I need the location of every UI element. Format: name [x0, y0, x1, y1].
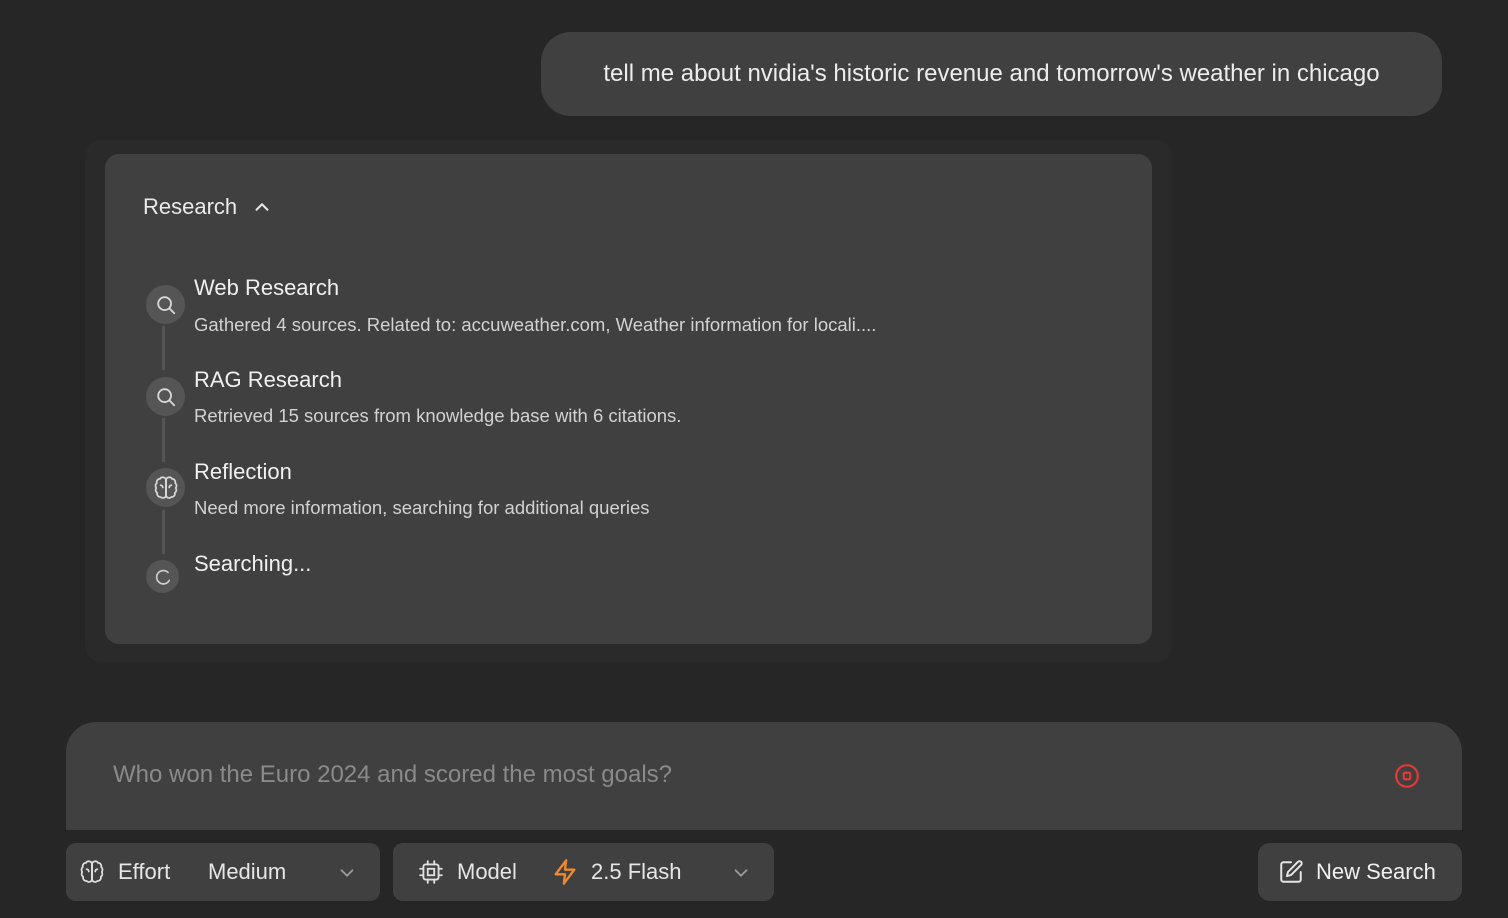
edit-icon	[1280, 860, 1303, 883]
cpu-icon	[419, 860, 443, 884]
chevron-up-icon	[255, 203, 269, 211]
step-connector	[162, 326, 165, 370]
chevron-down-icon	[734, 869, 748, 877]
effort-select[interactable]: Effort Medium	[66, 843, 380, 901]
step-description: Need more information, searching for add…	[194, 497, 650, 518]
search-icon	[146, 285, 185, 324]
model-value: 2.5 Flash	[591, 859, 682, 884]
new-search-button[interactable]: New Search	[1258, 843, 1462, 901]
step-title: Reflection	[194, 459, 292, 484]
effort-value: Medium	[208, 859, 287, 884]
stop-button[interactable]	[1392, 761, 1422, 791]
step-connector	[162, 510, 165, 554]
query-input-container	[66, 722, 1462, 830]
stop-circle-icon	[1395, 764, 1419, 788]
research-toggle[interactable]: Research	[143, 194, 273, 220]
user-message-text: tell me about nvidia's historic revenue …	[603, 60, 1380, 87]
search-icon	[146, 377, 185, 416]
new-search-label: New Search	[1316, 859, 1436, 884]
step-title: Web Research	[194, 275, 340, 300]
chevron-down-icon	[340, 869, 354, 877]
step-description: Gathered 4 sources. Related to: accuweat…	[194, 314, 877, 335]
model-select[interactable]: Model 2.5 Flash	[393, 843, 774, 901]
user-message-bubble: tell me about nvidia's historic revenue …	[541, 32, 1442, 116]
loading-spinner-icon	[146, 560, 179, 593]
brain-icon	[146, 468, 185, 507]
chat-page: tell me about nvidia's historic revenue …	[0, 0, 1508, 918]
step-title: RAG Research	[194, 367, 342, 392]
step-title-searching: Searching...	[194, 551, 312, 576]
effort-label: Effort	[118, 859, 171, 884]
query-input[interactable]	[111, 756, 1311, 794]
step-description: Retrieved 15 sources from knowledge base…	[194, 405, 682, 426]
lightning-icon	[554, 859, 576, 885]
model-label: Model	[457, 859, 517, 884]
step-connector	[162, 418, 165, 462]
research-header-label: Research	[143, 194, 238, 219]
brain-icon	[80, 860, 104, 883]
research-card: Research Web Research Gathered 4 sources…	[105, 154, 1152, 644]
